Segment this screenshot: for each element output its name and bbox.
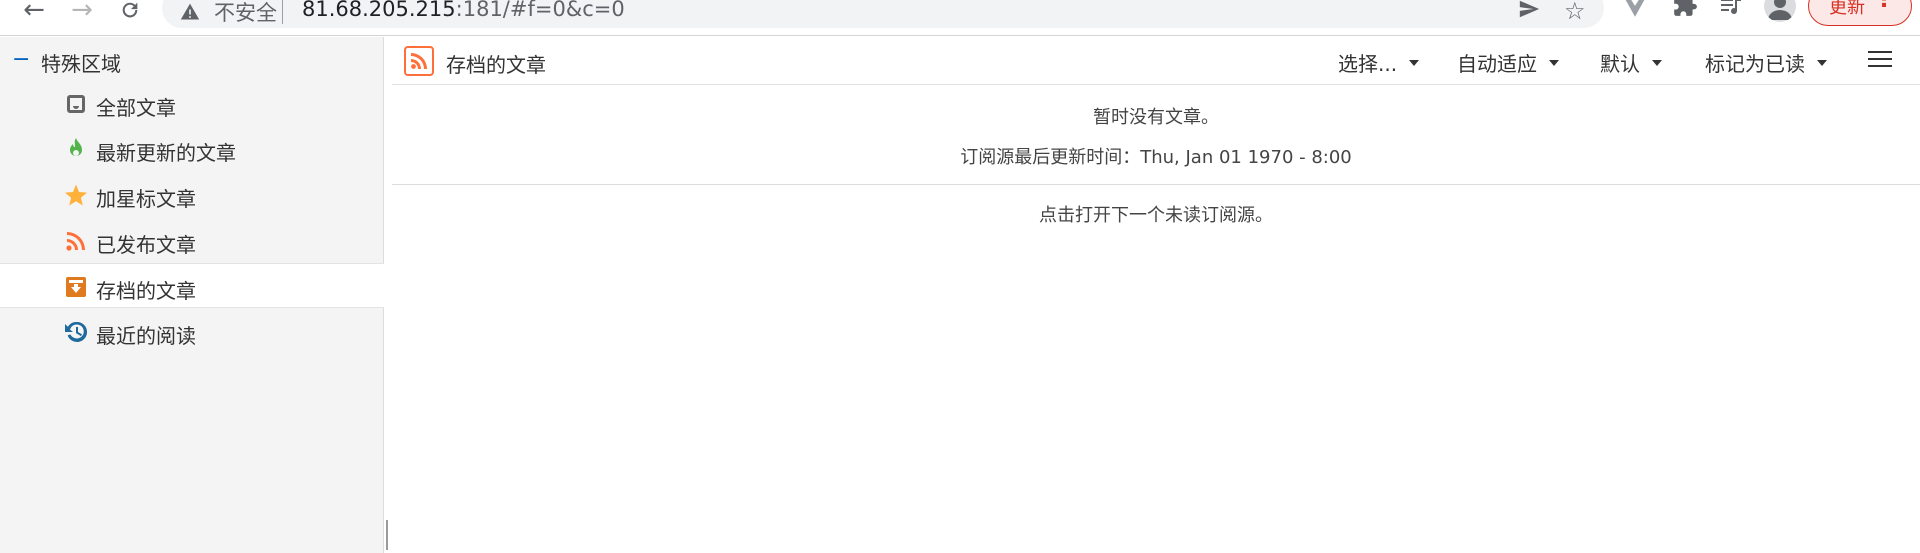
url-host: 81.68.205.215 bbox=[302, 0, 456, 21]
category-title: 特殊区域 bbox=[41, 52, 121, 76]
sidebar-item-label: 加星标文章 bbox=[96, 187, 196, 211]
caret-down-icon bbox=[1817, 59, 1827, 66]
caret-down-icon bbox=[1409, 59, 1420, 66]
forward-arrow-icon[interactable]: → bbox=[66, 0, 98, 26]
sidebar-item-label: 已发布文章 bbox=[96, 233, 196, 257]
hamburger-menu-icon[interactable] bbox=[1868, 51, 1892, 71]
sidebar-item-all-articles[interactable]: 全部文章 bbox=[0, 81, 384, 126]
collapse-toggle-icon[interactable]: − bbox=[12, 47, 30, 72]
mark-as-read-label: 标记为已读 bbox=[1705, 52, 1805, 76]
open-next-unread-link[interactable]: 点击打开下一个未读订阅源。 bbox=[392, 201, 1920, 227]
feed-rss-icon bbox=[404, 46, 434, 76]
extensions-puzzle-icon[interactable] bbox=[1672, 0, 1698, 18]
browser-toolbar: ← → 不安全 81.68.205.215:181/#f=0&c=0 ☆ 更新 … bbox=[0, 0, 1920, 36]
url-text[interactable]: 81.68.205.215:181/#f=0&c=0 bbox=[302, 0, 625, 21]
sidebar-item-label: 最新更新的文章 bbox=[96, 141, 236, 165]
sidebar-item-label: 存档的文章 bbox=[96, 279, 196, 303]
select-label: 选择... bbox=[1338, 52, 1398, 76]
history-icon bbox=[65, 321, 88, 342]
empty-message: 暂时没有文章。 bbox=[1093, 107, 1219, 128]
feed-title: 存档的文章 bbox=[446, 53, 546, 77]
caret-down-icon bbox=[1652, 59, 1662, 66]
browser-update-button[interactable]: 更新 ⋮ bbox=[1808, 0, 1912, 26]
view-mode-label: 自动适应 bbox=[1457, 52, 1537, 76]
sidebar-item-starred[interactable]: 加星标文章 bbox=[0, 172, 384, 217]
sidebar-item-archived[interactable]: 存档的文章 bbox=[0, 263, 384, 308]
reload-icon[interactable] bbox=[114, 0, 146, 26]
caret-down-icon bbox=[1549, 59, 1559, 66]
send-icon[interactable] bbox=[1516, 0, 1542, 20]
star-icon bbox=[65, 184, 87, 206]
address-separator bbox=[282, 0, 283, 24]
fresh-flame-icon bbox=[70, 138, 82, 156]
article-toolbar: 存档的文章 选择... 自动适应 默认 标记为已读 bbox=[392, 37, 1920, 85]
back-arrow-icon[interactable]: ← bbox=[18, 0, 50, 26]
category-header-special[interactable]: − 特殊区域 bbox=[0, 41, 384, 77]
sidebar-item-fresh-articles[interactable]: 最新更新的文章 bbox=[0, 126, 384, 171]
security-label[interactable]: 不安全 bbox=[214, 0, 277, 27]
sort-order-label: 默认 bbox=[1600, 52, 1640, 76]
warning-icon[interactable] bbox=[180, 2, 200, 22]
sidebar-item-published[interactable]: 已发布文章 bbox=[0, 218, 384, 263]
vue-devtools-icon[interactable] bbox=[1622, 0, 1648, 20]
article-pane: 存档的文章 选择... 自动适应 默认 标记为已读 暂时没有文章。 订阅源最后更… bbox=[392, 37, 1920, 553]
select-dropdown[interactable]: 选择... bbox=[1338, 48, 1420, 77]
sidebar-item-label: 全部文章 bbox=[96, 96, 176, 120]
sidebar-resize-handle[interactable] bbox=[386, 520, 388, 550]
url-path: :181/#f=0&c=0 bbox=[455, 0, 625, 21]
sidebar-item-recently-read[interactable]: 最近的阅读 bbox=[0, 309, 384, 354]
divider bbox=[392, 184, 1920, 185]
sort-order-dropdown[interactable]: 默认 bbox=[1600, 48, 1662, 77]
feed-sidebar: − 特殊区域 全部文章 最新更新的文章 加星标文章 已发布文章 存档的文章 最近… bbox=[0, 37, 388, 553]
view-mode-dropdown[interactable]: 自动适应 bbox=[1457, 48, 1559, 77]
mark-as-read-dropdown[interactable]: 标记为已读 bbox=[1705, 48, 1827, 77]
media-queue-icon[interactable] bbox=[1718, 0, 1744, 18]
bookmark-star-icon[interactable]: ☆ bbox=[1564, 0, 1586, 25]
more-vertical-icon: ⋮ bbox=[1873, 0, 1895, 11]
profile-avatar[interactable] bbox=[1764, 0, 1796, 22]
inbox-icon bbox=[67, 95, 85, 113]
sidebar-item-label: 最近的阅读 bbox=[96, 324, 196, 348]
address-bar[interactable]: 不安全 81.68.205.215:181/#f=0&c=0 ☆ bbox=[162, 0, 1604, 28]
rss-icon bbox=[66, 232, 85, 251]
feed-last-updated: 订阅源最后更新时间：Thu, Jan 01 1970 - 8:00 bbox=[960, 147, 1352, 168]
archive-icon bbox=[66, 277, 86, 297]
update-label: 更新 bbox=[1829, 0, 1865, 18]
